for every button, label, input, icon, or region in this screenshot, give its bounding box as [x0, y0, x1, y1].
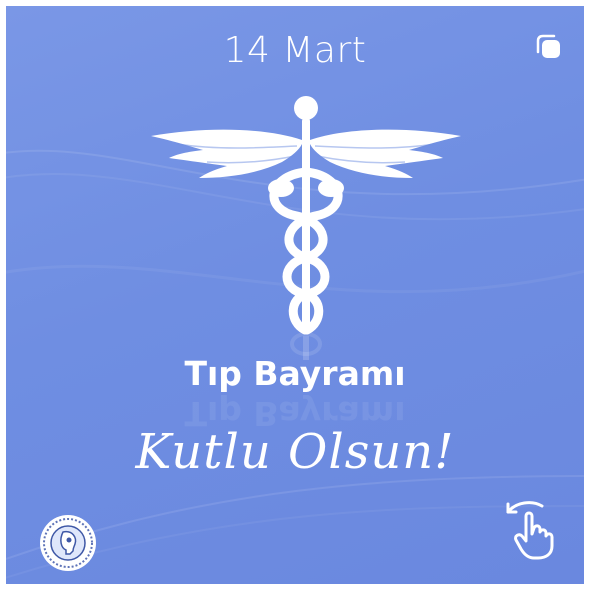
organization-logo-icon: [40, 515, 96, 571]
swipe-hand-icon[interactable]: [504, 496, 562, 560]
instagram-post: 14 Mart Tıp Bayramı Tıp Bayramı Kutlu Ol…: [6, 6, 584, 584]
greeting-subtitle: Kutlu Olsun!: [135, 424, 455, 480]
holiday-title: Tıp Bayramı: [184, 354, 406, 393]
date-label: 14 Mart: [223, 30, 367, 71]
caduceus-icon: [151, 96, 461, 360]
multiple-images-icon[interactable]: [534, 32, 564, 62]
